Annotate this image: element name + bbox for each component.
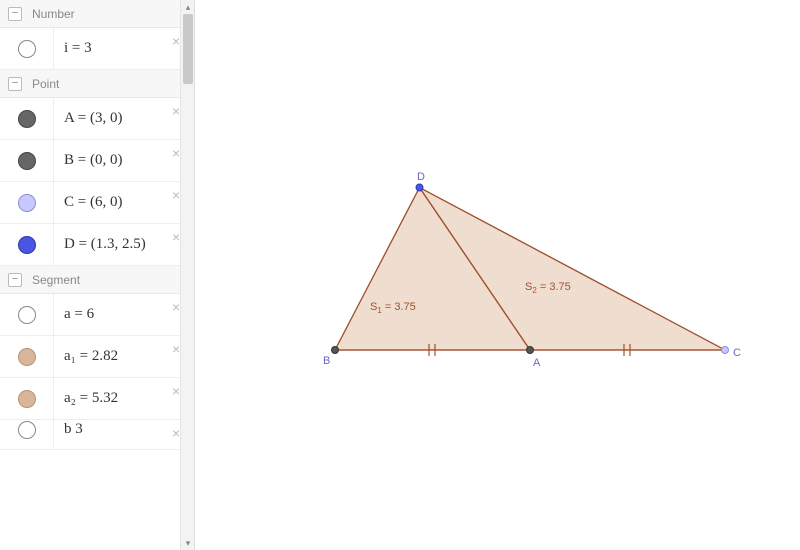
scroll-thumb[interactable] — [183, 14, 193, 84]
list-item[interactable]: a = 6 × — [0, 294, 194, 336]
list-item[interactable]: C = (6, 0) × — [0, 182, 194, 224]
visibility-toggle[interactable] — [0, 336, 54, 377]
point-c[interactable] — [722, 347, 729, 354]
visibility-toggle[interactable] — [0, 182, 54, 223]
scroll-up-icon[interactable]: ▴ — [181, 0, 195, 14]
list-item[interactable]: a₂ = 5.32 × — [0, 378, 194, 420]
label-a: A — [533, 357, 541, 369]
swatch-icon — [18, 40, 36, 58]
swatch-icon — [18, 236, 36, 254]
graphics-view[interactable]: B A C D S1 = 3.75 S2 = 3.75 — [195, 0, 800, 550]
diagram-svg: B A C D S1 = 3.75 S2 = 3.75 — [195, 0, 800, 550]
swatch-icon — [18, 390, 36, 408]
point-d[interactable] — [416, 184, 423, 191]
list-item[interactable]: a₁ = 2.82 × — [0, 336, 194, 378]
visibility-toggle[interactable] — [0, 140, 54, 181]
label-c: C — [733, 347, 741, 359]
point-b[interactable] — [332, 347, 339, 354]
algebra-sidebar: − Number i = 3 × − Point A = (3, 0) × B … — [0, 0, 195, 550]
swatch-icon — [18, 194, 36, 212]
visibility-toggle[interactable] — [0, 98, 54, 139]
group-title: Number — [32, 7, 75, 21]
collapse-icon[interactable]: − — [8, 7, 22, 21]
visibility-toggle[interactable] — [0, 294, 54, 335]
sidebar-scrollbar[interactable]: ▴ ▾ — [180, 0, 194, 550]
group-title: Segment — [32, 273, 80, 287]
visibility-toggle[interactable] — [0, 224, 54, 265]
collapse-icon[interactable]: − — [8, 77, 22, 91]
swatch-icon — [18, 421, 36, 439]
point-a[interactable] — [527, 347, 534, 354]
swatch-icon — [18, 348, 36, 366]
sidebar-scroll-area[interactable]: − Number i = 3 × − Point A = (3, 0) × B … — [0, 0, 194, 550]
label-s2: S2 = 3.75 — [525, 281, 571, 295]
label-d: D — [417, 171, 425, 183]
list-item[interactable]: D = (1.3, 2.5) × — [0, 224, 194, 266]
collapse-icon[interactable]: − — [8, 273, 22, 287]
group-header-point[interactable]: − Point — [0, 70, 194, 98]
swatch-icon — [18, 306, 36, 324]
label-s1: S1 = 3.75 — [370, 301, 416, 315]
group-header-number[interactable]: − Number — [0, 0, 194, 28]
visibility-toggle[interactable] — [0, 420, 54, 449]
list-item[interactable]: b 3 × — [0, 420, 194, 450]
scroll-down-icon[interactable]: ▾ — [181, 536, 195, 550]
swatch-icon — [18, 152, 36, 170]
swatch-icon — [18, 110, 36, 128]
group-header-segment[interactable]: − Segment — [0, 266, 194, 294]
list-item[interactable]: i = 3 × — [0, 28, 194, 70]
app-root: − Number i = 3 × − Point A = (3, 0) × B … — [0, 0, 800, 550]
visibility-toggle[interactable] — [0, 378, 54, 419]
group-title: Point — [32, 77, 59, 91]
visibility-toggle[interactable] — [0, 28, 54, 69]
list-item[interactable]: B = (0, 0) × — [0, 140, 194, 182]
list-item[interactable]: A = (3, 0) × — [0, 98, 194, 140]
label-b: B — [323, 355, 330, 367]
